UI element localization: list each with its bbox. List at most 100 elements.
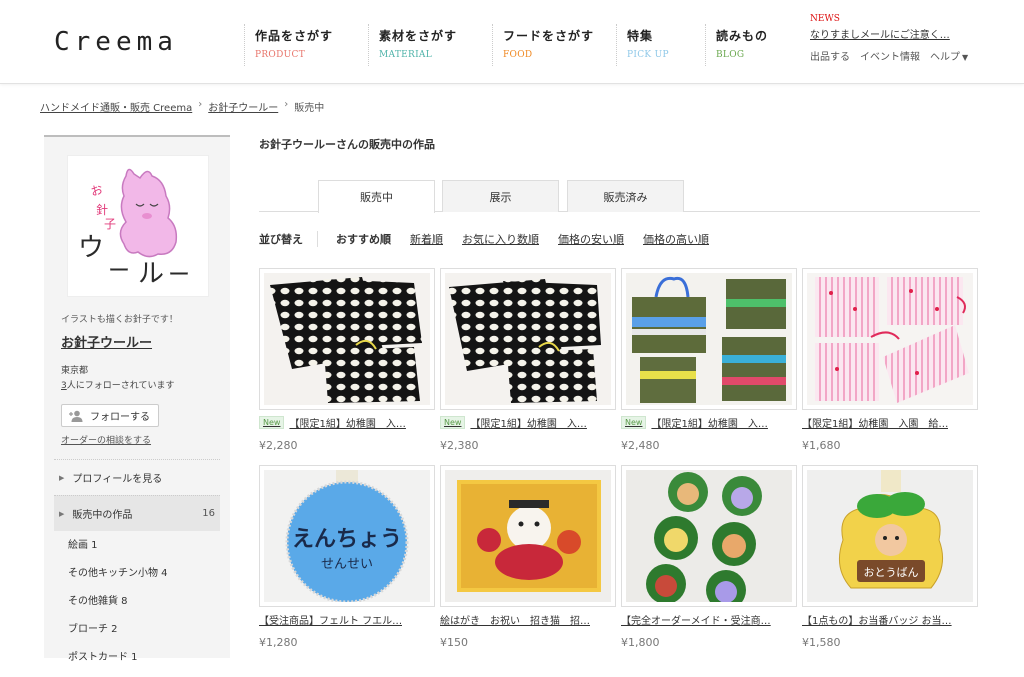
- sell-link[interactable]: 出品する: [810, 48, 850, 63]
- nav-product[interactable]: 作品をさがす PRODUCT: [244, 24, 368, 66]
- side-menu-for-sale[interactable]: ▶ 販売中の作品 16: [54, 495, 220, 531]
- new-badge: New: [621, 416, 647, 429]
- sort-favorites[interactable]: お気に入り数順: [462, 231, 539, 247]
- news-link[interactable]: なりすましメールにご注意く…: [810, 26, 1015, 41]
- shop-name-link[interactable]: お針子ウールー: [61, 332, 152, 351]
- event-link[interactable]: イベント情報: [860, 48, 920, 63]
- nav-sublabel: MATERIAL: [379, 50, 433, 60]
- product-name[interactable]: 【受注商品】フェルト フエル…: [259, 612, 435, 627]
- product-thumbnail[interactable]: [440, 465, 616, 607]
- side-menu-count: 16: [202, 508, 215, 519]
- nav-pickup[interactable]: 特集 PICK UP: [616, 24, 705, 66]
- subcategory-item[interactable]: ブローチ 2: [68, 621, 168, 649]
- product-card[interactable]: おとうばん 【1点もの】お当番バッジ お当… ¥1,580: [802, 465, 978, 649]
- product-thumbnail[interactable]: えんちょう せんせい: [259, 465, 435, 607]
- product-name[interactable]: 【限定1組】幼稚園 入園 給…: [802, 415, 978, 430]
- nav-sublabel: BLOG: [716, 50, 745, 60]
- product-price: ¥1,680: [802, 439, 841, 452]
- breadcrumb: ハンドメイド通販・販売 Creema › お針子ウールー › 販売中: [40, 99, 324, 114]
- product-title: 【限定1組】幼稚園 入…: [289, 419, 406, 430]
- nav-sublabel: PICK UP: [627, 50, 669, 60]
- product-thumbnail[interactable]: [621, 465, 797, 607]
- product-thumbnail[interactable]: [259, 268, 435, 410]
- product-name[interactable]: New 【限定1組】幼稚園 入…: [440, 415, 616, 430]
- subcategory-item[interactable]: 絵画 1: [68, 537, 168, 565]
- sort-price-low[interactable]: 価格の安い順: [558, 231, 624, 247]
- nav-material[interactable]: 素材をさがす MATERIAL: [368, 24, 492, 66]
- status-tabs: 販売中 展示 販売済み: [259, 180, 980, 213]
- product-card[interactable]: えんちょう せんせい 【受注商品】フェルト フエル… ¥1,280: [259, 465, 435, 649]
- product-title: 【限定1組】幼稚園 入…: [651, 419, 768, 430]
- product-card[interactable]: New 【限定1組】幼稚園 入… ¥2,380: [440, 268, 616, 452]
- chevron-right-icon: ›: [198, 99, 203, 110]
- product-thumbnail[interactable]: [621, 268, 797, 410]
- svg-text:子: 子: [104, 217, 116, 231]
- product-name[interactable]: 絵はがき お祝い 招き猫 招…: [440, 612, 616, 627]
- subcategory-item[interactable]: その他キッチン小物 4: [68, 565, 168, 593]
- product-title: 【限定1組】幼稚園 入園 給…: [802, 419, 949, 430]
- shop-location: 東京都: [61, 366, 89, 376]
- product-title: 【完全オーダーメイド・受注商…: [621, 616, 771, 627]
- sort-bar: 並び替え おすすめ順 新着順 お気に入り数順 価格の安い順 価格の高い順: [259, 231, 728, 247]
- sort-recommended[interactable]: おすすめ順: [336, 231, 391, 247]
- product-price: ¥2,280: [259, 439, 298, 452]
- subcategory-item[interactable]: ポストカード 1: [68, 649, 168, 677]
- new-badge: New: [259, 416, 285, 429]
- product-name[interactable]: 【完全オーダーメイド・受注商…: [621, 612, 797, 627]
- product-title: 【限定1組】幼稚園 入…: [470, 419, 587, 430]
- sort-price-high[interactable]: 価格の高い順: [643, 231, 709, 247]
- nav-blog[interactable]: 読みもの BLOG: [705, 24, 799, 66]
- product-title: 絵はがき お祝い 招き猫 招…: [440, 616, 590, 627]
- news-block: NEWS なりすましメールにご注意く…: [810, 14, 1015, 41]
- sort-newest[interactable]: 新着順: [410, 231, 443, 247]
- triangle-right-icon: ▶: [59, 473, 65, 482]
- product-thumbnail[interactable]: [802, 268, 978, 410]
- duty-badge-image: おとうばん: [807, 470, 973, 602]
- news-label: NEWS: [810, 14, 840, 24]
- nav-label: フードをさがす: [503, 29, 595, 43]
- follower-suffix: 人にフォローされています: [66, 381, 175, 391]
- breadcrumb-home[interactable]: ハンドメイド通販・販売 Creema: [40, 99, 192, 114]
- product-card[interactable]: New 【限定1組】幼稚園 入… ¥2,280: [259, 268, 435, 452]
- rabbit-brooches-image: [626, 470, 792, 602]
- product-price: ¥150: [440, 636, 468, 649]
- product-card[interactable]: New 【限定1組】幼稚園 入… ¥2,480: [621, 268, 797, 452]
- site-header: Creema 作品をさがす PRODUCT 素材をさがす MATERIAL フー…: [0, 0, 1024, 84]
- svg-text:ー: ー: [168, 263, 190, 288]
- product-name[interactable]: 【1点もの】お当番バッジ お当…: [802, 612, 978, 627]
- product-card[interactable]: 【完全オーダーメイド・受注商… ¥1,800: [621, 465, 797, 649]
- svg-text:針: 針: [96, 202, 108, 217]
- product-price: ¥1,800: [621, 636, 660, 649]
- side-menu-profile[interactable]: ▶ プロフィールを見る: [54, 459, 220, 495]
- caret-down-icon: ▼: [962, 53, 969, 62]
- product-name[interactable]: New 【限定1組】幼稚園 入…: [259, 415, 435, 430]
- tab-for-sale[interactable]: 販売中: [318, 180, 435, 213]
- triangle-right-icon: ▶: [59, 509, 65, 518]
- shop-avatar[interactable]: お 針 子 ウ ー ル ー: [67, 155, 209, 297]
- tab-exhibit[interactable]: 展示: [442, 180, 559, 212]
- subcategory-item[interactable]: その他雑貨 8: [68, 593, 168, 621]
- breadcrumb-shop[interactable]: お針子ウールー: [208, 99, 278, 114]
- svg-text:ー: ー: [108, 259, 130, 284]
- add-user-icon: [69, 410, 83, 422]
- order-consult-link[interactable]: オーダーの相談をする: [61, 433, 151, 446]
- follow-button[interactable]: フォローする: [61, 404, 159, 427]
- train-print-bags-image: [626, 273, 792, 405]
- tab-sold[interactable]: 販売済み: [567, 180, 684, 212]
- follower-info: 3人にフォローされています: [61, 378, 174, 391]
- side-menu-label: プロフィールを見る: [72, 474, 163, 485]
- nav-label: 読みもの: [716, 29, 769, 43]
- product-card[interactable]: 絵はがき お祝い 招き猫 招… ¥150: [440, 465, 616, 649]
- creema-logo[interactable]: Creema: [54, 27, 178, 57]
- product-name[interactable]: New 【限定1組】幼稚園 入…: [621, 415, 797, 430]
- side-menu: ▶ プロフィールを見る ▶ 販売中の作品 16: [54, 459, 220, 531]
- sheep-pattern-bags-image: [445, 273, 611, 405]
- nav-food[interactable]: フードをさがす FOOD: [492, 24, 616, 66]
- nav-sublabel: FOOD: [503, 50, 533, 60]
- help-menu[interactable]: ヘルプ ▼: [930, 48, 968, 63]
- product-thumbnail[interactable]: [440, 268, 616, 410]
- product-thumbnail[interactable]: おとうばん: [802, 465, 978, 607]
- product-price: ¥1,280: [259, 636, 298, 649]
- global-nav: 作品をさがす PRODUCT 素材をさがす MATERIAL フードをさがす F…: [244, 24, 799, 66]
- product-card[interactable]: 【限定1組】幼稚園 入園 給… ¥1,680: [802, 268, 978, 452]
